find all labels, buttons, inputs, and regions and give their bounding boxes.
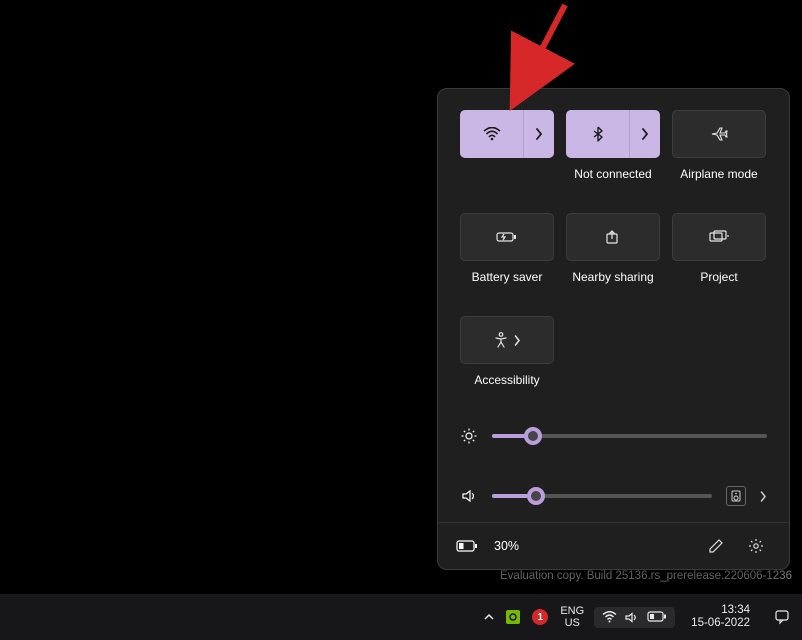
chevron-right-icon	[514, 335, 521, 346]
language-indicator[interactable]: ENG US	[554, 594, 590, 640]
volume-tray-icon	[625, 611, 639, 624]
evaluation-watermark: Evaluation copy. Build 25136.rs_prerelea…	[500, 570, 792, 582]
clock[interactable]: 13:34 15-06-2022	[679, 594, 762, 640]
bluetooth-tile[interactable]	[566, 110, 660, 158]
update-badge: 1	[532, 609, 548, 625]
battery-saver-tile[interactable]	[460, 213, 554, 261]
nearby-sharing-tile[interactable]	[566, 213, 660, 261]
airplane-icon	[710, 126, 728, 142]
audio-output-button[interactable]	[726, 486, 746, 506]
taskbar: 1 ENG US 13:34 1	[0, 594, 802, 640]
volume-slider[interactable]	[492, 494, 712, 498]
battery-saver-icon	[496, 230, 518, 244]
volume-row	[460, 483, 767, 509]
battery-saver-label: Battery saver	[472, 270, 543, 286]
edit-quick-settings-button[interactable]	[701, 531, 731, 561]
chevron-right-icon	[641, 128, 649, 140]
wifi-expand-button[interactable]	[523, 110, 554, 158]
system-tray-group[interactable]	[594, 607, 675, 628]
notification-center-button[interactable]	[762, 594, 802, 640]
project-label: Project	[700, 270, 737, 286]
battery-icon[interactable]	[456, 540, 478, 552]
quick-settings-footer: 30%	[438, 522, 789, 569]
accessibility-tile[interactable]	[460, 316, 554, 364]
wifi-icon	[483, 127, 501, 141]
airplane-mode-tile[interactable]	[672, 110, 766, 158]
quick-settings-panel: Not connected Airplane mode Batter	[437, 88, 790, 570]
project-tile[interactable]	[672, 213, 766, 261]
settings-button[interactable]	[741, 531, 771, 561]
brightness-slider[interactable]	[492, 434, 767, 438]
brightness-row	[460, 423, 767, 449]
airplane-mode-label: Airplane mode	[680, 167, 757, 183]
battery-percentage: 30%	[494, 539, 519, 553]
quick-settings-tiles: Not connected Airplane mode Batter	[460, 110, 767, 389]
nearby-sharing-icon	[605, 229, 621, 245]
nvidia-tray-icon[interactable]	[500, 594, 526, 640]
lang-secondary: US	[565, 617, 580, 629]
accessibility-label: Accessibility	[474, 373, 539, 389]
bluetooth-expand-button[interactable]	[629, 110, 660, 158]
lang-primary: ENG	[560, 605, 584, 617]
battery-tray-icon	[647, 611, 667, 624]
clock-date: 15-06-2022	[691, 617, 750, 630]
chevron-right-icon	[535, 128, 543, 140]
bluetooth-label: Not connected	[574, 167, 651, 183]
volume-expand-button[interactable]	[760, 491, 767, 502]
brightness-icon	[460, 428, 478, 444]
wifi-toggle[interactable]	[460, 110, 523, 158]
volume-icon	[460, 488, 478, 504]
clock-time: 13:34	[721, 604, 750, 617]
nearby-sharing-label: Nearby sharing	[572, 270, 653, 286]
wifi-tile[interactable]	[460, 110, 554, 158]
wifi-tray-icon	[602, 611, 617, 624]
tray-overflow-button[interactable]	[478, 594, 500, 640]
bluetooth-toggle[interactable]	[566, 110, 629, 158]
windows-update-tray-icon[interactable]: 1	[526, 594, 554, 640]
accessibility-icon	[494, 332, 508, 348]
project-icon	[709, 230, 729, 244]
bluetooth-icon	[593, 126, 603, 142]
